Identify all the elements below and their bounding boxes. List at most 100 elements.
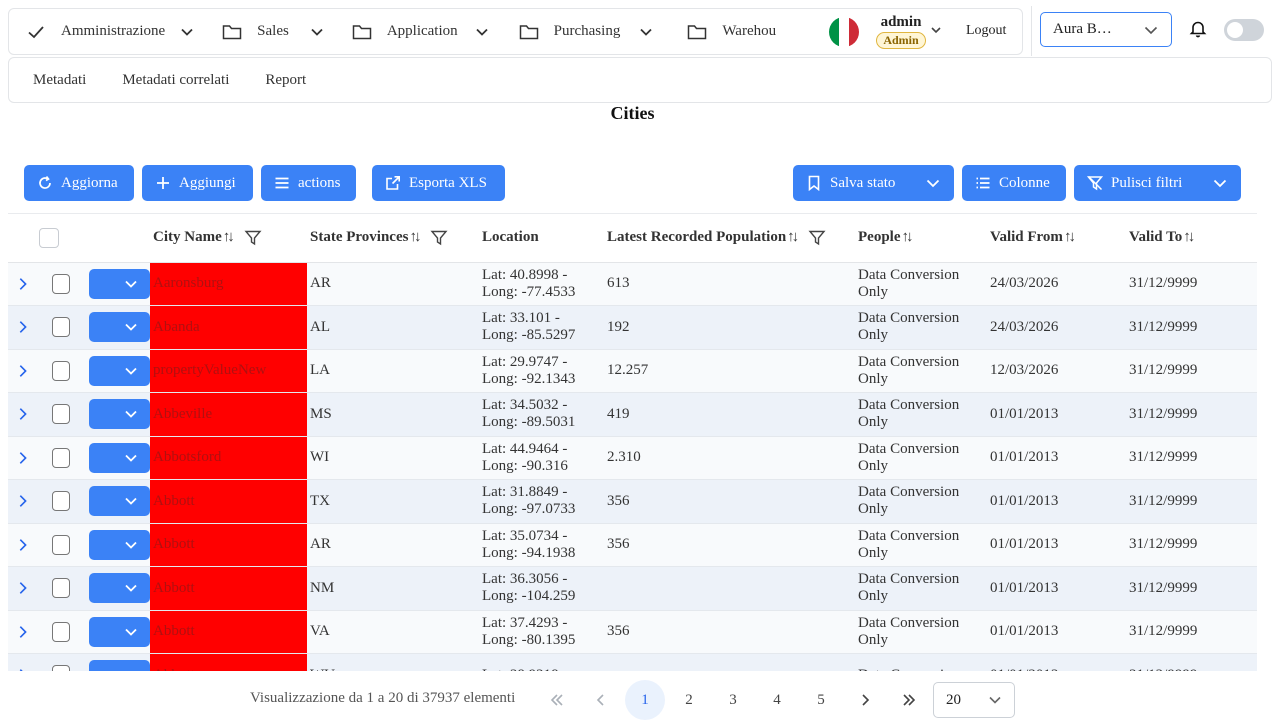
table-row[interactable]: Aaronsburg AR Lat: 40.8998 - Long: -77.45… — [8, 262, 1257, 306]
refresh-button[interactable]: Aggiorna — [24, 165, 134, 201]
row-actions-button[interactable] — [88, 399, 150, 430]
row-checkbox[interactable] — [51, 621, 70, 642]
chevron-right-icon[interactable] — [15, 579, 31, 597]
row-checkbox[interactable] — [51, 447, 70, 468]
clear-filters-button-label: Pulisci filtri — [1111, 174, 1183, 191]
cell-city: Abanda — [150, 305, 307, 350]
clear-filters-button[interactable]: Pulisci filtri — [1074, 165, 1241, 201]
chevron-down-icon[interactable] — [924, 174, 942, 192]
chevron-down-icon[interactable] — [1211, 174, 1229, 192]
italy-flag-icon[interactable] — [829, 17, 859, 47]
column-header-valid-from[interactable]: Valid From ↑↓ — [987, 214, 1126, 263]
row-checkbox[interactable] — [51, 491, 70, 512]
chevron-right-icon[interactable] — [15, 623, 31, 641]
nav-item-application[interactable]: Application — [327, 9, 492, 54]
column-header-state[interactable]: State Provinces ↑↓ — [307, 214, 479, 263]
row-actions-button[interactable] — [88, 355, 150, 386]
first-page-button[interactable] — [537, 680, 577, 720]
bell-icon[interactable] — [1188, 19, 1208, 39]
tab-report[interactable]: Report — [265, 72, 306, 89]
nav-item-warehouse[interactable]: Warehou — [656, 9, 776, 54]
chevron-right-icon[interactable] — [15, 492, 31, 510]
table-row[interactable]: Abanda AL Lat: 33.101 - Long: -85.5297 19… — [8, 305, 1257, 350]
column-header-population[interactable]: Latest Recorded Population ↑↓ — [604, 214, 855, 263]
columns-button[interactable]: Colonne — [962, 165, 1066, 201]
table-row[interactable]: Abbott AR Lat: 35.0734 - Long: -94.1938 3… — [8, 523, 1257, 567]
cell-valid-from: 01/01/2013 — [987, 392, 1126, 437]
nav-item-amministrazione[interactable]: Amministrazione — [9, 9, 197, 54]
chevron-right-icon — [862, 694, 870, 706]
nav-item-purchasing[interactable]: Purchasing — [492, 9, 657, 54]
column-header-valid-to[interactable]: Valid To ↑↓ — [1126, 214, 1257, 263]
page-size-select[interactable]: 20 — [933, 682, 1015, 718]
chevron-right-icon[interactable] — [15, 275, 31, 293]
chevron-down-icon[interactable] — [929, 23, 945, 39]
row-actions-button[interactable] — [88, 486, 150, 517]
tab-metadati-correlati[interactable]: Metadati correlati — [122, 72, 229, 89]
row-checkbox[interactable] — [51, 360, 70, 381]
column-header-people[interactable]: People ↑↓ — [855, 214, 987, 263]
sort-icon[interactable]: ↑↓ — [1183, 229, 1195, 246]
table-row[interactable]: Abbott TX Lat: 31.8849 - Long: -97.0733 3… — [8, 479, 1257, 524]
table-row[interactable]: Abbotsford WI Lat: 44.9464 - Long: -90.31… — [8, 436, 1257, 480]
page-button-5[interactable]: 5 — [801, 680, 841, 720]
row-checkbox[interactable] — [51, 404, 70, 425]
row-checkbox[interactable] — [51, 578, 70, 599]
cell-lat: Lat: 33.101 - — [482, 310, 560, 327]
prev-page-button[interactable] — [581, 680, 621, 720]
page-button-4[interactable]: 4 — [757, 680, 797, 720]
add-button[interactable]: Aggiungi — [142, 165, 253, 201]
table-row[interactable]: Abbott WV Lat: 38.9218 - Data Conversion… — [8, 653, 1257, 671]
sort-icon[interactable]: ↑↓ — [787, 229, 799, 246]
row-checkbox[interactable] — [51, 317, 70, 338]
table-row[interactable]: Abbott NM Lat: 36.3056 - Long: -104.259 D… — [8, 566, 1257, 611]
last-page-button[interactable] — [889, 680, 929, 720]
logout-link[interactable]: Logout — [966, 23, 1006, 39]
row-actions-button[interactable] — [88, 268, 150, 299]
column-header-city[interactable]: City Name ↑↓ — [150, 214, 307, 263]
chevron-right-icon[interactable] — [15, 405, 31, 423]
column-header-location[interactable]: Location — [479, 214, 604, 263]
chevron-right-icon[interactable] — [15, 449, 31, 467]
chevron-right-icon[interactable] — [15, 362, 31, 380]
paginator: Visualizzazione da 1 a 20 di 37937 eleme… — [0, 680, 1265, 720]
row-checkbox[interactable] — [51, 273, 70, 294]
row-checkbox[interactable] — [51, 665, 70, 671]
select-all-checkbox[interactable] — [39, 227, 59, 248]
row-actions-button[interactable] — [88, 660, 150, 671]
sort-icon[interactable]: ↑↓ — [409, 229, 421, 246]
user-menu[interactable]: admin Admin — [871, 14, 931, 49]
row-actions-button[interactable] — [88, 616, 150, 647]
nav-item-label: Application — [386, 23, 458, 39]
page-button-1[interactable]: 1 — [625, 680, 665, 720]
sort-icon[interactable]: ↑↓ — [223, 229, 235, 246]
theme-toggle[interactable] — [1224, 19, 1264, 41]
export-xls-button[interactable]: Esporta XLS — [372, 165, 505, 201]
save-state-button[interactable]: Salva stato — [793, 165, 954, 201]
row-actions-button[interactable] — [88, 312, 150, 343]
page-button-3[interactable]: 3 — [713, 680, 753, 720]
actions-button[interactable]: actions — [261, 165, 356, 201]
page-button-2[interactable]: 2 — [669, 680, 709, 720]
chevron-right-icon[interactable] — [15, 318, 31, 336]
chevron-right-icon[interactable] — [15, 666, 31, 671]
filter-icon[interactable] — [430, 229, 448, 247]
row-actions-button[interactable] — [88, 573, 150, 604]
row-actions-button[interactable] — [88, 442, 150, 473]
tab-metadati[interactable]: Metadati — [33, 72, 86, 89]
filter-icon[interactable] — [808, 229, 826, 247]
next-page-button[interactable] — [845, 680, 885, 720]
row-checkbox[interactable] — [51, 534, 70, 555]
cell-people-line2: Only — [858, 457, 888, 474]
sort-icon[interactable]: ↑↓ — [902, 229, 914, 246]
cell-location: Lat: 34.5032 - Long: -89.5031 — [479, 392, 604, 437]
filter-icon[interactable] — [244, 229, 262, 247]
sort-icon[interactable]: ↑↓ — [1064, 229, 1076, 246]
tenant-select[interactable]: Aura B… — [1040, 12, 1172, 47]
nav-item-sales[interactable]: Sales — [197, 9, 327, 54]
row-actions-button[interactable] — [88, 529, 150, 560]
table-row[interactable]: propertyValueNew LA Lat: 29.9747 - Long: … — [8, 349, 1257, 393]
chevron-right-icon[interactable] — [15, 536, 31, 554]
table-row[interactable]: Abbott VA Lat: 37.4293 - Long: -80.1395 3… — [8, 610, 1257, 654]
table-row[interactable]: Abbeville MS Lat: 34.5032 - Long: -89.503… — [8, 392, 1257, 437]
